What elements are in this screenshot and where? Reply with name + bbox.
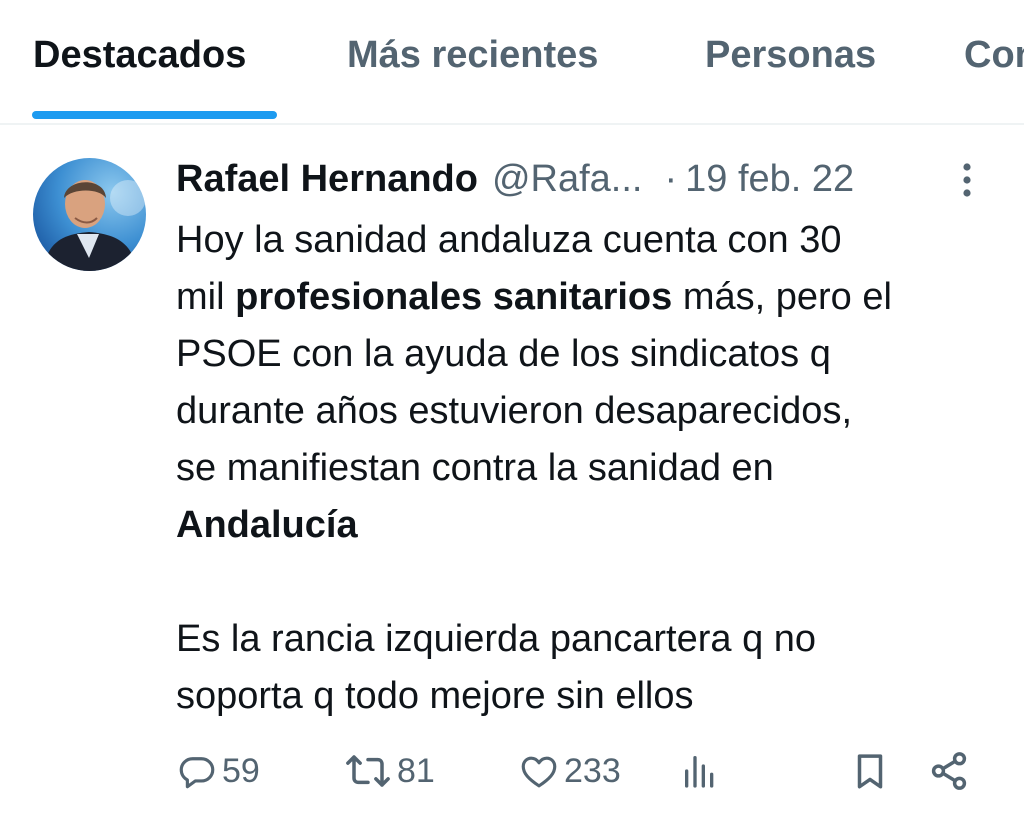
- author-handle[interactable]: @Rafa...: [492, 158, 643, 201]
- tweet-header: Rafael Hernando @Rafa... · 19 feb. 22: [176, 156, 854, 202]
- text-line: Andalucía: [176, 497, 1006, 554]
- share-button[interactable]: [928, 746, 970, 796]
- tweet-text: Hoy la sanidad andaluza cuenta con 30 mi…: [176, 212, 1006, 725]
- bold-text: profesionales sanitarios: [235, 276, 673, 318]
- text-line: Hoy la sanidad andaluza cuenta con 30: [176, 219, 842, 261]
- separator-dot: ·: [664, 157, 678, 200]
- reply-button[interactable]: 59: [176, 746, 260, 796]
- text-line: Es la rancia izquierda pancartera q no: [176, 618, 817, 660]
- search-tabs: Destacados Más recientes Personas Con: [0, 0, 1024, 125]
- share-icon: [928, 750, 970, 792]
- bold-text: Andalucía: [176, 504, 358, 546]
- reply-count: 59: [222, 751, 260, 790]
- tabs-divider: [0, 123, 1024, 125]
- views-icon: [680, 750, 720, 792]
- tab-personas[interactable]: Personas: [705, 34, 876, 77]
- tab-mas-recientes[interactable]: Más recientes: [347, 34, 598, 77]
- retweet-count: 81: [397, 751, 435, 790]
- tab-destacados[interactable]: Destacados: [33, 34, 246, 77]
- tweet-actions: 59 81 233: [0, 746, 1024, 796]
- like-icon: [518, 750, 560, 792]
- tab-partial[interactable]: Con: [964, 34, 1024, 77]
- views-button[interactable]: [680, 746, 720, 796]
- text-line: durante años estuvieron desaparecidos,: [176, 390, 853, 432]
- retweet-button[interactable]: 81: [343, 746, 435, 796]
- retweet-icon: [343, 750, 393, 792]
- bookmark-button[interactable]: [849, 746, 891, 796]
- like-button[interactable]: 233: [518, 746, 621, 796]
- text-line: PSOE con la ayuda de los sindicatos q: [176, 333, 831, 375]
- text-line: se manifiestan contra la sanidad en: [176, 447, 774, 489]
- reply-icon: [176, 750, 218, 792]
- text-line: soporta q todo mejore sin ellos: [176, 675, 694, 717]
- like-count: 233: [564, 751, 621, 790]
- active-tab-indicator: [32, 111, 277, 119]
- tweet-date[interactable]: 19 feb. 22: [685, 158, 854, 201]
- text-line: mil profesionales sanitarios más, pero e…: [176, 276, 892, 318]
- tweet[interactable]: Rafael Hernando @Rafa... · 19 feb. 22 Ho…: [0, 126, 1024, 814]
- author-name[interactable]: Rafael Hernando: [176, 158, 478, 201]
- avatar[interactable]: [33, 158, 146, 271]
- more-icon[interactable]: [953, 160, 981, 200]
- bookmark-icon: [849, 750, 891, 792]
